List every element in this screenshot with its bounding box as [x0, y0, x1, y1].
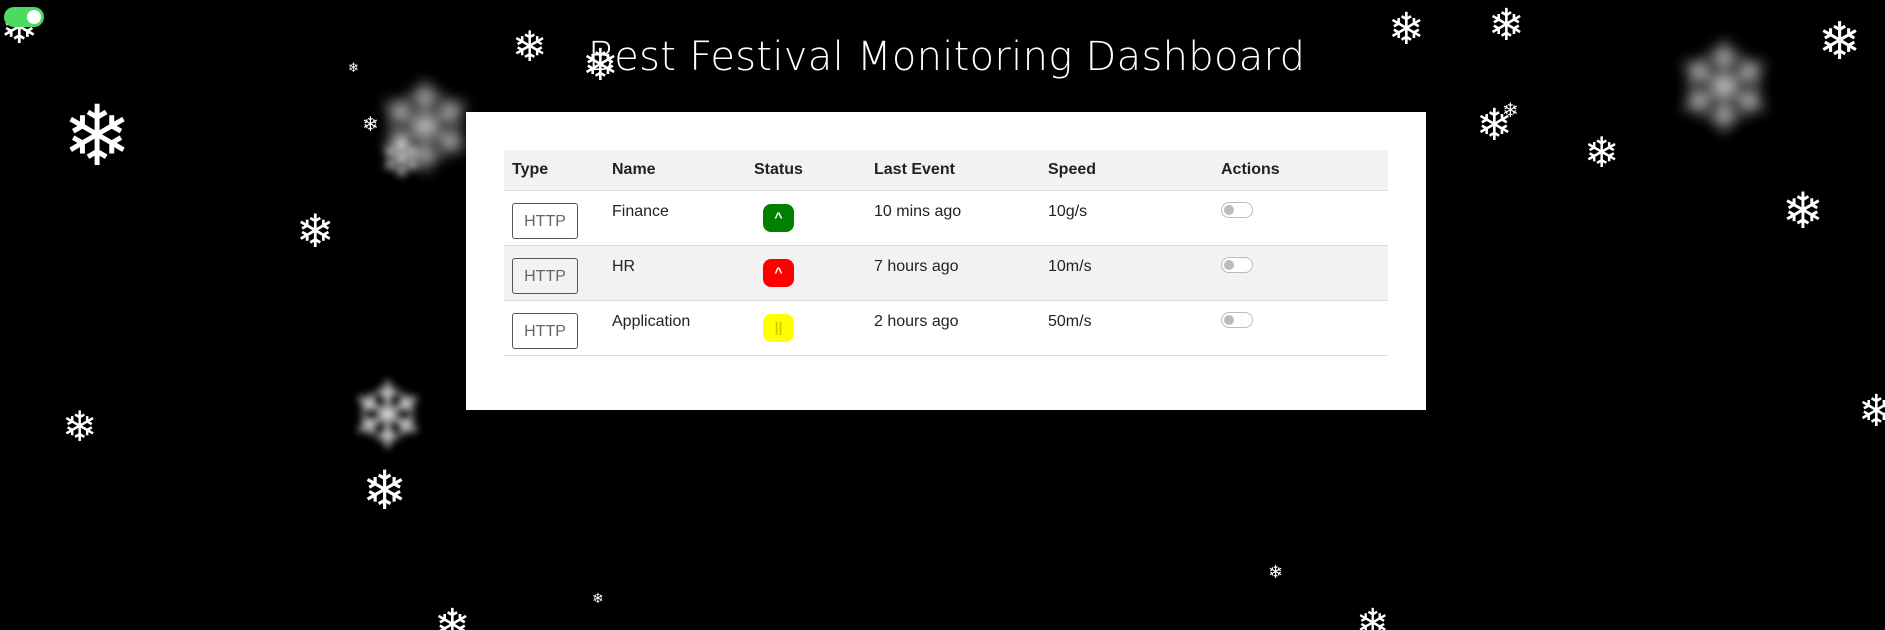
snowflake-icon: ❄: [592, 591, 604, 607]
status-badge: ||: [763, 314, 794, 342]
snowflake-icon: ❄: [380, 130, 424, 190]
last-event: 10 mins ago: [874, 203, 962, 220]
snowflake-icon: ❄: [1476, 100, 1513, 151]
snowflake-icon: ❄: [362, 112, 379, 136]
snowflake-icon: ❄: [434, 600, 471, 630]
snowflake-icon: ❄: [1782, 182, 1824, 240]
table-header-row: Type Name Status Last Event Speed Action…: [504, 150, 1388, 191]
snowflake-icon: ❄: [1502, 98, 1519, 122]
type-button[interactable]: HTTP: [512, 203, 578, 239]
table-row: HTTP Finance ^ 10 mins ago 10g/s: [504, 190, 1388, 246]
last-event: 7 hours ago: [874, 258, 959, 275]
column-header-status: Status: [746, 150, 866, 191]
theme-toggle[interactable]: [4, 7, 44, 27]
snowflake-icon: ❄: [1584, 128, 1620, 177]
table-row: HTTP Application || 2 hours ago 50m/s: [504, 300, 1388, 356]
toggle-knob: [1224, 259, 1234, 270]
speed: 50m/s: [1048, 313, 1092, 330]
status-badge: ^: [763, 204, 794, 232]
column-header-name: Name: [604, 150, 746, 191]
type-button[interactable]: HTTP: [512, 313, 578, 349]
last-event: 2 hours ago: [874, 313, 959, 330]
speed: 10g/s: [1048, 203, 1088, 220]
snowflake-icon: ❄: [62, 402, 98, 451]
action-toggle[interactable]: [1221, 256, 1253, 273]
column-header-speed: Speed: [1040, 150, 1213, 191]
column-header-type: Type: [504, 150, 604, 191]
column-header-last-event: Last Event: [866, 150, 1040, 191]
toggle-knob: [1224, 204, 1234, 215]
snowflake-icon: ❄: [362, 459, 408, 522]
page-title: Best Festival Monitoring Dashboard: [587, 34, 1306, 80]
snowflake-icon: ❄: [1858, 386, 1885, 437]
type-button[interactable]: HTTP: [512, 258, 578, 294]
monitors-table: Type Name Status Last Event Speed Action…: [504, 150, 1388, 356]
toggle-knob: [27, 10, 41, 24]
monitor-name: Application: [612, 313, 691, 330]
snowflake-icon: ❄: [350, 364, 426, 469]
snowflake-icon: ❄: [375, 60, 476, 199]
snowflake-icon: ❄: [1268, 562, 1284, 583]
toggle-knob: [1224, 314, 1234, 325]
snowflake-icon: ❄: [1356, 601, 1390, 630]
monitor-name: HR: [612, 258, 636, 275]
speed: 10m/s: [1048, 258, 1092, 275]
action-toggle[interactable]: [1221, 201, 1253, 218]
snowflake-icon: ❄: [296, 204, 335, 258]
dashboard-page: ❄ ❄ ❄ ❄ ❄ ❄ ❄ ❄ ❄ ❄ ❄ ❄ ❄ ❄ ❄ ❄ ❄ ❄ ❄ ❄ ❄ ❄ ❄ ❄ ❄ Best Festival …: [0, 0, 1885, 630]
status-badge: ^: [763, 259, 794, 287]
action-toggle[interactable]: [1221, 311, 1253, 328]
snowflake-icon: ❄: [62, 87, 133, 185]
column-header-actions: Actions: [1213, 150, 1388, 191]
monitors-card: Type Name Status Last Event Speed Action…: [466, 112, 1426, 410]
monitor-name: Finance: [612, 203, 669, 220]
table-row: HTTP HR ^ 7 hours ago 10m/s: [504, 245, 1388, 301]
